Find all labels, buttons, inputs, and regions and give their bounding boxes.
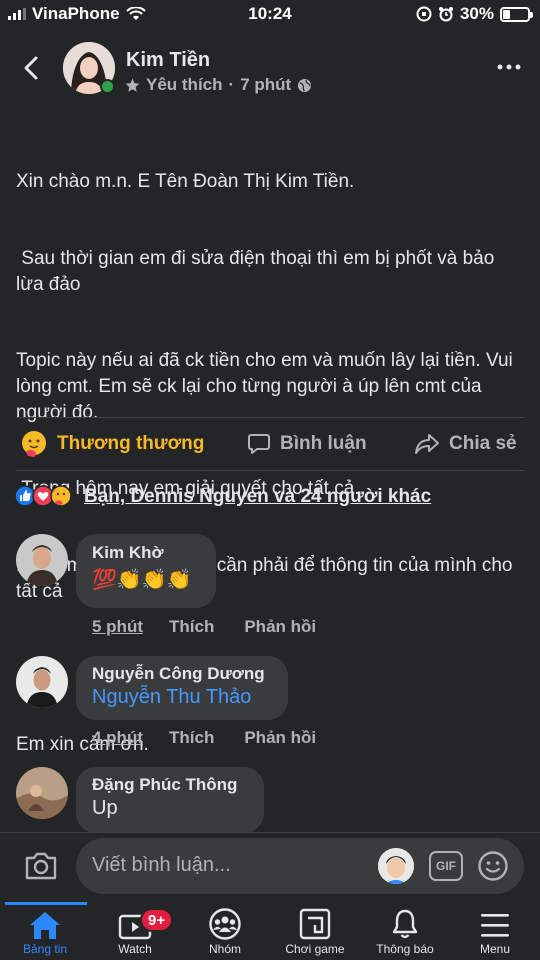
divider [16,417,524,418]
comment-author[interactable]: Kim Khờ [92,543,200,563]
comment-text: Up [92,797,118,819]
battery-icon [500,6,533,22]
comment-text: 💯👏👏👏 [92,569,192,591]
gaming-icon [299,908,331,940]
emoji-icon[interactable] [477,850,509,882]
tab-bar: Bảng tin Watch 9+ Nhóm Chơi game Thông b… [0,902,540,960]
globe-icon [298,78,312,92]
comment-author[interactable]: Nguyễn Công Dương [92,664,272,684]
care-reaction-icon [50,485,72,507]
orientation-lock-icon [416,6,432,22]
status-bar: VinaPhone 10:24 30% [0,0,540,28]
comment-time[interactable]: 5 phút [92,617,143,637]
audience-label: Yêu thích [146,75,223,94]
care-emoji-icon [22,431,46,457]
share-icon [415,434,439,454]
status-right: 30% [416,4,533,24]
comment-bubble[interactable]: Đặng Phúc Thông Up [76,767,264,833]
avatar-sticker-icon[interactable] [378,848,414,884]
tab-label: Bảng tin [22,942,68,956]
divider [16,470,524,471]
comment-actions: 5 phút Thích Phản hồi [92,617,316,637]
tab-label: Chơi game [285,942,345,956]
comment-label: Bình luận [280,433,367,454]
comment-placeholder: Viết bình luận... [92,854,231,876]
post-line: Sau thời gian em đi sửa điện thoại thì e… [16,247,500,295]
comment-actions: 4 phút Thích Phản hồi [92,728,316,748]
comment-button[interactable]: Bình luận [247,432,367,456]
camera-icon[interactable] [24,851,58,881]
tab-label: Thông báo [376,942,434,956]
alarm-icon [438,7,453,22]
tab-label: Watch [118,942,152,956]
commenter-avatar[interactable] [16,656,68,708]
tab-menu[interactable]: Menu [450,902,540,960]
reactions-summary[interactable]: Bạn, Dennis Nguyen và 24 người khác [84,486,431,508]
comment-bubble[interactable]: Kim Khờ 💯👏👏👏 [76,534,216,608]
comment-bubble[interactable]: Nguyễn Công Dương Nguyễn Thu Thảo [76,656,288,720]
post-line: Topic này nếu ai đã ck tiền cho em và mu… [16,350,519,423]
post-time[interactable]: 7 phút [240,75,291,95]
care-label: Thương thương [57,433,205,454]
online-status-dot [100,79,115,94]
bell-icon [392,909,418,939]
share-label: Chia sẻ [449,433,517,454]
tab-news-feed[interactable]: Bảng tin [0,902,90,960]
share-button[interactable]: Chia sẻ [414,432,517,456]
author-name[interactable]: Kim Tiền [126,49,210,72]
home-icon [30,912,60,939]
tab-gaming[interactable]: Chơi game [270,902,360,960]
tab-label: Nhóm [208,942,241,956]
back-arrow-icon[interactable] [22,56,42,80]
like-comment-button[interactable]: Thích [169,728,214,748]
star-icon [125,78,140,92]
mentioned-user-link[interactable]: Nguyễn Thu Thảo [92,686,272,709]
hamburger-menu-icon [481,914,509,937]
reply-comment-button[interactable]: Phản hồi [244,728,316,748]
post-meta: Yêu thích · 7 phút [125,75,312,95]
reply-comment-button[interactable]: Phản hồi [244,617,316,637]
meta-separator: · [228,75,235,94]
comment-author[interactable]: Đặng Phúc Thông [92,775,248,795]
care-reaction-button[interactable]: Thương thương [20,430,204,458]
comment-icon [248,434,270,454]
post-line: Xin chào m.n. E Tên Đoàn Thị Kim Tiền. [16,171,355,193]
gif-button[interactable]: GIF [429,851,463,881]
battery-percent: 30% [459,4,494,23]
watch-badge: 9+ [140,908,174,932]
tab-groups[interactable]: Nhóm [180,902,270,960]
like-comment-button[interactable]: Thích [169,617,214,637]
commenter-avatar[interactable] [16,767,68,819]
more-options-icon[interactable] [497,62,521,72]
commenter-avatar[interactable] [16,534,68,586]
tab-notifications[interactable]: Thông báo [360,902,450,960]
tab-label: Menu [479,942,511,956]
groups-icon [209,908,241,940]
comment-time[interactable]: 4 phút [92,728,143,748]
reaction-icons[interactable] [14,485,72,507]
